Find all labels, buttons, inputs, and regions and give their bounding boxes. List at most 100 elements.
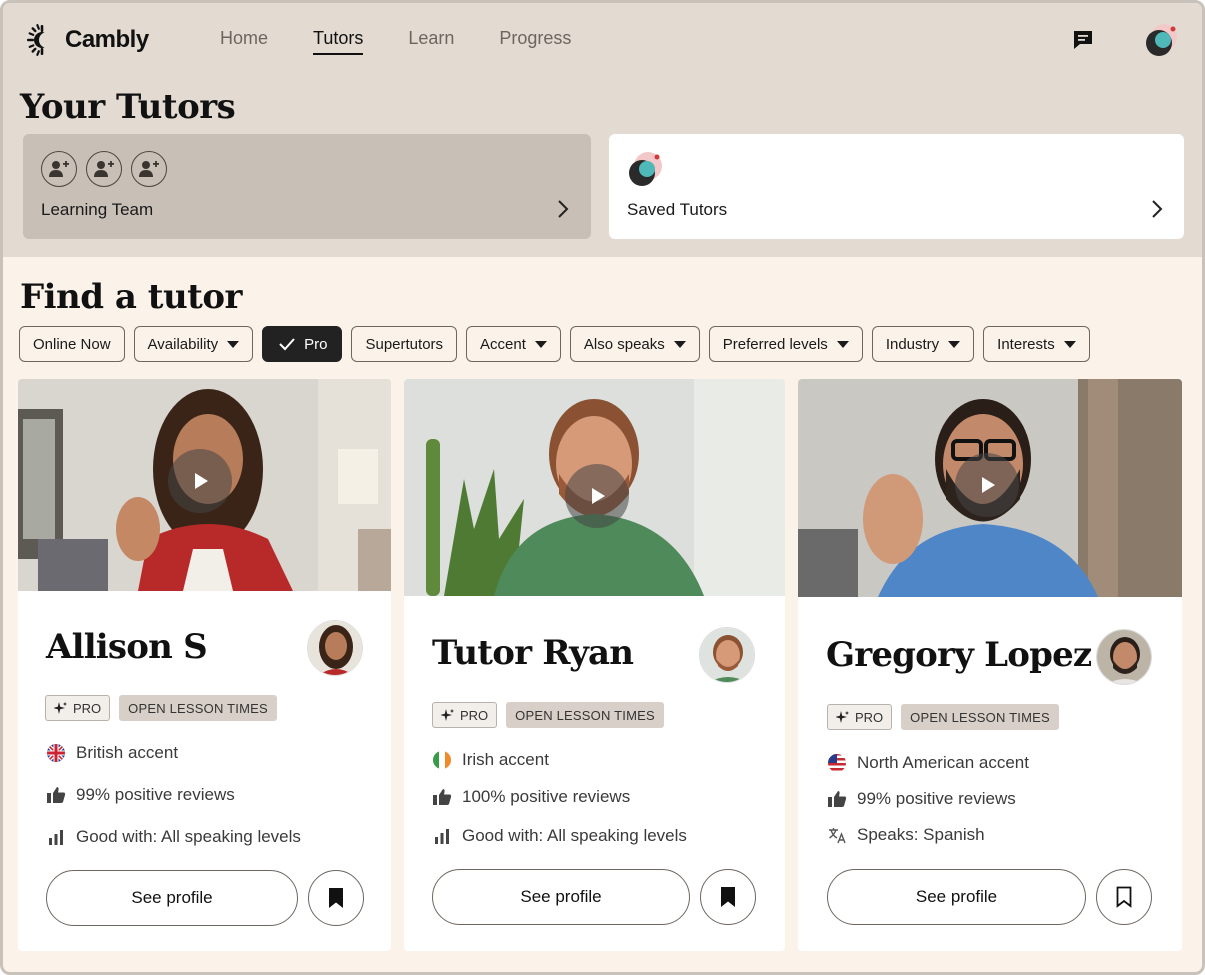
pro-badge-label: PRO [73,700,102,716]
tutor-card: Allison S PRO OPEN LESSON TIMES British … [18,379,391,951]
sparkle-icon [441,709,454,721]
intro-video[interactable] [18,379,391,591]
caret-down-icon [836,340,849,348]
reviews-row: 100% positive reviews [432,787,630,807]
reviews-text: 100% positive reviews [462,787,631,806]
filter-label: Also speaks [583,335,665,353]
pro-badge: PRO [432,702,498,728]
intro-video[interactable] [404,379,785,596]
tutor-name[interactable]: Allison S [46,627,208,667]
nav-tutors[interactable]: Tutors [313,28,364,55]
tutor-avatar[interactable] [699,627,755,683]
levels-row: Good with: All speaking levels [46,827,301,847]
caret-down-icon [227,340,240,348]
filter-interests[interactable]: Interests [983,326,1090,362]
see-profile-button[interactable]: See profile [827,869,1086,925]
add-tutor-slot[interactable] [86,151,122,187]
see-profile-button[interactable]: See profile [46,870,298,926]
tutor-avatar[interactable] [1096,629,1152,685]
levels-text: Good with: All speaking levels [76,827,301,846]
intro-video[interactable] [798,379,1182,597]
sparkle-icon [836,711,849,723]
filter-availability[interactable]: Availability [133,326,254,362]
play-button[interactable] [565,464,629,528]
thumbs-up-icon [828,791,847,807]
play-icon [195,473,208,489]
learning-team-label: Learning Team [41,200,154,219]
filter-label: Pro [304,335,328,353]
filter-label: Supertutors [365,335,444,353]
filter-pro[interactable]: Pro [262,326,343,362]
accent-row: British accent [46,743,178,763]
uk-flag-icon [47,744,65,762]
thumbs-up-icon [47,787,66,803]
save-tutor-button[interactable] [700,869,756,925]
ireland-flag-icon [433,751,451,769]
filter-accent[interactable]: Accent [466,326,561,362]
filter-bar: Online Now Availability Pro Supertutors … [19,326,1090,362]
tutor-name[interactable]: Tutor Ryan [432,633,634,673]
filter-supertutors[interactable]: Supertutors [351,326,458,362]
add-tutor-slot[interactable] [41,151,77,187]
see-profile-button[interactable]: See profile [432,869,690,925]
pro-badge: PRO [45,695,111,721]
pro-badge-label: PRO [460,707,489,723]
save-tutor-button[interactable] [1096,869,1152,925]
play-icon [592,488,605,504]
nav-learn[interactable]: Learn [408,28,454,55]
play-button[interactable] [955,453,1019,517]
tutor-badges: PRO OPEN LESSON TIMES [432,702,664,728]
header-area: Cambly Home Tutors Learn Progress Your T… [3,3,1202,257]
levels-text: Good with: All speaking levels [462,826,687,845]
nav-progress[interactable]: Progress [499,28,571,55]
filter-label: Preferred levels [722,335,828,353]
filter-industry[interactable]: Industry [871,326,975,362]
tutor-card: Gregory Lopez PRO OPEN LESSON TIMES Nort… [798,379,1182,951]
pro-badge: PRO [827,704,893,730]
chevron-right-icon [558,200,569,218]
bar-chart-icon [49,830,63,845]
tutor-name[interactable]: Gregory Lopez [826,635,1092,675]
save-tutor-button[interactable] [308,870,364,926]
filter-preferred-levels[interactable]: Preferred levels [708,326,863,362]
filter-label: Availability [147,335,219,353]
bookmark-outline-icon [1116,886,1132,908]
pro-badge-label: PRO [855,709,884,725]
open-lesson-times-badge: OPEN LESSON TIMES [506,702,664,728]
caret-down-icon [948,340,961,348]
speaks-text: Speaks: Spanish [857,825,985,844]
tutor-badges: PRO OPEN LESSON TIMES [45,695,277,721]
tutor-photo [700,628,754,682]
thumbs-up-icon [433,789,452,805]
cambly-logo[interactable]: Cambly [25,23,149,57]
levels-row: Good with: All speaking levels [432,826,687,846]
add-person-icon [139,161,159,177]
add-person-icon [49,161,69,177]
saved-tutors-card[interactable]: Saved Tutors [609,134,1184,239]
accent-text: British accent [76,743,179,762]
us-flag-icon [828,754,846,772]
tutor-photo [1097,630,1151,684]
open-lesson-times-badge: OPEN LESSON TIMES [119,695,277,721]
reviews-row: 99% positive reviews [46,785,235,805]
accent-text: Irish accent [462,750,549,769]
nav-home[interactable]: Home [220,28,268,55]
reviews-row: 99% positive reviews [827,789,1016,809]
tutor-avatar[interactable] [307,620,363,676]
user-avatar[interactable] [1143,23,1179,59]
learning-team-card[interactable]: Learning Team [23,134,591,239]
filter-online-now[interactable]: Online Now [19,326,125,362]
saved-tutors-avatar [629,152,662,186]
filter-label: Interests [997,335,1055,353]
app-window: Cambly Home Tutors Learn Progress Your T… [0,0,1205,975]
add-tutor-slot[interactable] [131,151,167,187]
play-button[interactable] [168,449,232,513]
filter-also-speaks[interactable]: Also speaks [569,326,700,362]
sparkle-icon [54,702,67,714]
messages-icon[interactable] [1071,28,1095,52]
reviews-text: 99% positive reviews [857,789,1016,808]
tutor-card: Tutor Ryan PRO OPEN LESSON TIMES Irish a… [404,379,785,951]
caret-down-icon [1063,340,1076,348]
play-icon [982,477,995,493]
saved-tutors-label: Saved Tutors [627,200,728,219]
